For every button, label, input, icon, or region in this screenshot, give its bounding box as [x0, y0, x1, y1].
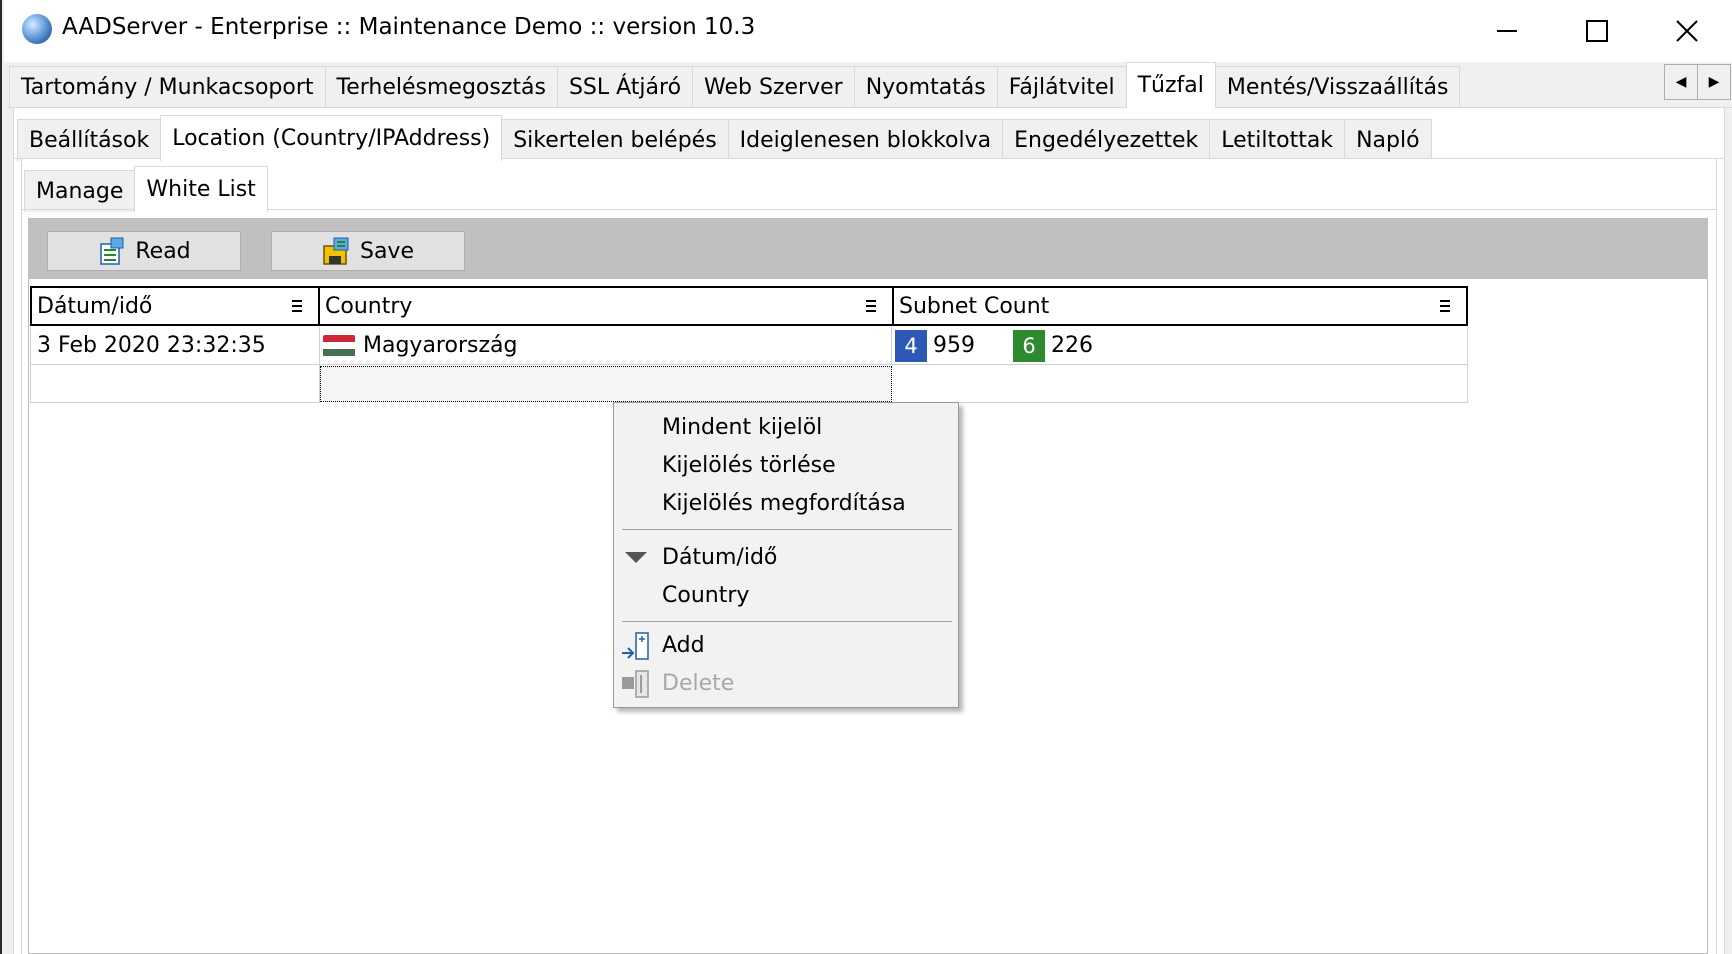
- maximize-icon: [1586, 20, 1608, 42]
- column-menu-icon[interactable]: [292, 300, 312, 312]
- window-title: AADServer - Enterprise :: Maintenance De…: [62, 14, 756, 40]
- tab-mentes-visszaallitas[interactable]: Mentés/Visszaállítás: [1214, 66, 1461, 108]
- menu-item-group-country[interactable]: Country: [662, 583, 749, 608]
- save-label: Save: [359, 238, 414, 264]
- tab-web-szerver[interactable]: Web Szerver: [692, 66, 855, 108]
- read-button[interactable]: Read: [47, 231, 241, 271]
- globe-icon: [22, 14, 52, 44]
- ipv4-count: 959: [933, 333, 975, 358]
- tab-scroll-right-button[interactable]: ▶: [1697, 64, 1731, 100]
- read-label: Read: [135, 238, 191, 264]
- delete-icon: [622, 670, 649, 698]
- save-icon: [323, 237, 349, 265]
- menu-separator: [622, 529, 952, 530]
- tab-beallitasok[interactable]: Beállítások: [17, 119, 162, 161]
- minimize-icon: [1497, 30, 1517, 32]
- menu-item-invert-selection[interactable]: Kijelölés megfordítása: [662, 491, 906, 516]
- cell-country[interactable]: Magyarország: [320, 327, 892, 365]
- save-button[interactable]: Save: [271, 231, 465, 271]
- ipv6-count: 226: [1051, 333, 1093, 358]
- menu-separator: [622, 621, 952, 622]
- firewall-tab-bar: Beállítások Location (Country/IPAddress)…: [17, 115, 1432, 161]
- cell-subnet-count-empty[interactable]: [892, 365, 1468, 403]
- close-button[interactable]: [1642, 0, 1732, 62]
- close-icon: [1676, 20, 1698, 42]
- read-icon: [100, 237, 124, 265]
- cell-datetime[interactable]: 3 Feb 2020 23:32:35: [30, 327, 320, 365]
- toolbar: Read Save: [29, 219, 1707, 279]
- column-menu-icon[interactable]: [1440, 300, 1460, 312]
- cell-subnet-count[interactable]: 4 959 6 226: [892, 327, 1468, 365]
- menu-item-add[interactable]: Add: [662, 633, 705, 658]
- sort-descending-icon: [625, 552, 647, 563]
- tab-sikertelen-belepes[interactable]: Sikertelen belépés: [501, 119, 729, 161]
- tab-terhelesmegosztas[interactable]: Terhelésmegosztás: [324, 66, 558, 108]
- tab-tuzfal[interactable]: Tűzfal: [1125, 62, 1216, 108]
- tab-engedelyezettek[interactable]: Engedélyezettek: [1002, 119, 1211, 161]
- tab-location[interactable]: Location (Country/IPAddress): [160, 115, 503, 161]
- menu-item-select-all[interactable]: Mindent kijelöl: [662, 415, 822, 440]
- menu-item-clear-selection[interactable]: Kijelölés törlése: [662, 453, 836, 478]
- tab-naplo[interactable]: Napló: [1344, 119, 1432, 161]
- minimize-button[interactable]: [1462, 0, 1552, 62]
- ipv4-badge: 4: [895, 329, 927, 362]
- column-header-label: Subnet Count: [899, 293, 1050, 319]
- menu-item-delete[interactable]: Delete: [662, 671, 734, 696]
- column-header-subnet-count[interactable]: Subnet Count: [892, 286, 1468, 326]
- ipv6-badge: 6: [1013, 329, 1045, 362]
- tab-divider: [22, 209, 1716, 210]
- menu-item-group-datetime[interactable]: Dátum/idő: [662, 545, 777, 570]
- tab-tartomany[interactable]: Tartomány / Munkacsoport: [9, 66, 326, 108]
- tab-white-list[interactable]: White List: [134, 166, 268, 212]
- tab-ideiglenesen-blokkolva[interactable]: Ideiglenesen blokkolva: [727, 119, 1004, 161]
- tab-manage[interactable]: Manage: [24, 170, 136, 212]
- cell-datetime-empty[interactable]: [30, 365, 320, 403]
- tab-scroll-left-button[interactable]: ◀: [1664, 64, 1698, 100]
- column-header-label: Dátum/idő: [37, 293, 153, 319]
- column-header-label: Country: [325, 293, 413, 319]
- add-icon: [622, 632, 649, 660]
- column-menu-icon[interactable]: [866, 300, 886, 312]
- column-header-datetime[interactable]: Dátum/idő: [30, 286, 320, 326]
- cell-country-focused[interactable]: [320, 366, 892, 402]
- main-tab-bar: Tartomány / Munkacsoport Terhelésmegoszt…: [9, 62, 1461, 108]
- app-window: AADServer - Enterprise :: Maintenance De…: [0, 0, 1732, 954]
- tab-ssl-atjaro[interactable]: SSL Átjáró: [556, 66, 694, 108]
- maximize-button[interactable]: [1552, 0, 1642, 62]
- tab-fajlatvitel[interactable]: Fájlátvitel: [996, 66, 1127, 108]
- title-bar[interactable]: AADServer - Enterprise :: Maintenance De…: [4, 0, 1732, 62]
- column-header-country[interactable]: Country: [318, 286, 894, 326]
- tab-letiltottak[interactable]: Letiltottak: [1209, 119, 1346, 161]
- tab-scroll-arrows: ◀ ▶: [1664, 64, 1731, 100]
- location-tab-bar: Manage White List: [24, 166, 268, 212]
- tab-nyomtatas[interactable]: Nyomtatás: [853, 66, 998, 108]
- hungary-flag-icon: [323, 334, 355, 357]
- context-menu: Mindent kijelöl Kijelölés törlése Kijelö…: [613, 402, 959, 708]
- country-name: Magyarország: [363, 333, 518, 358]
